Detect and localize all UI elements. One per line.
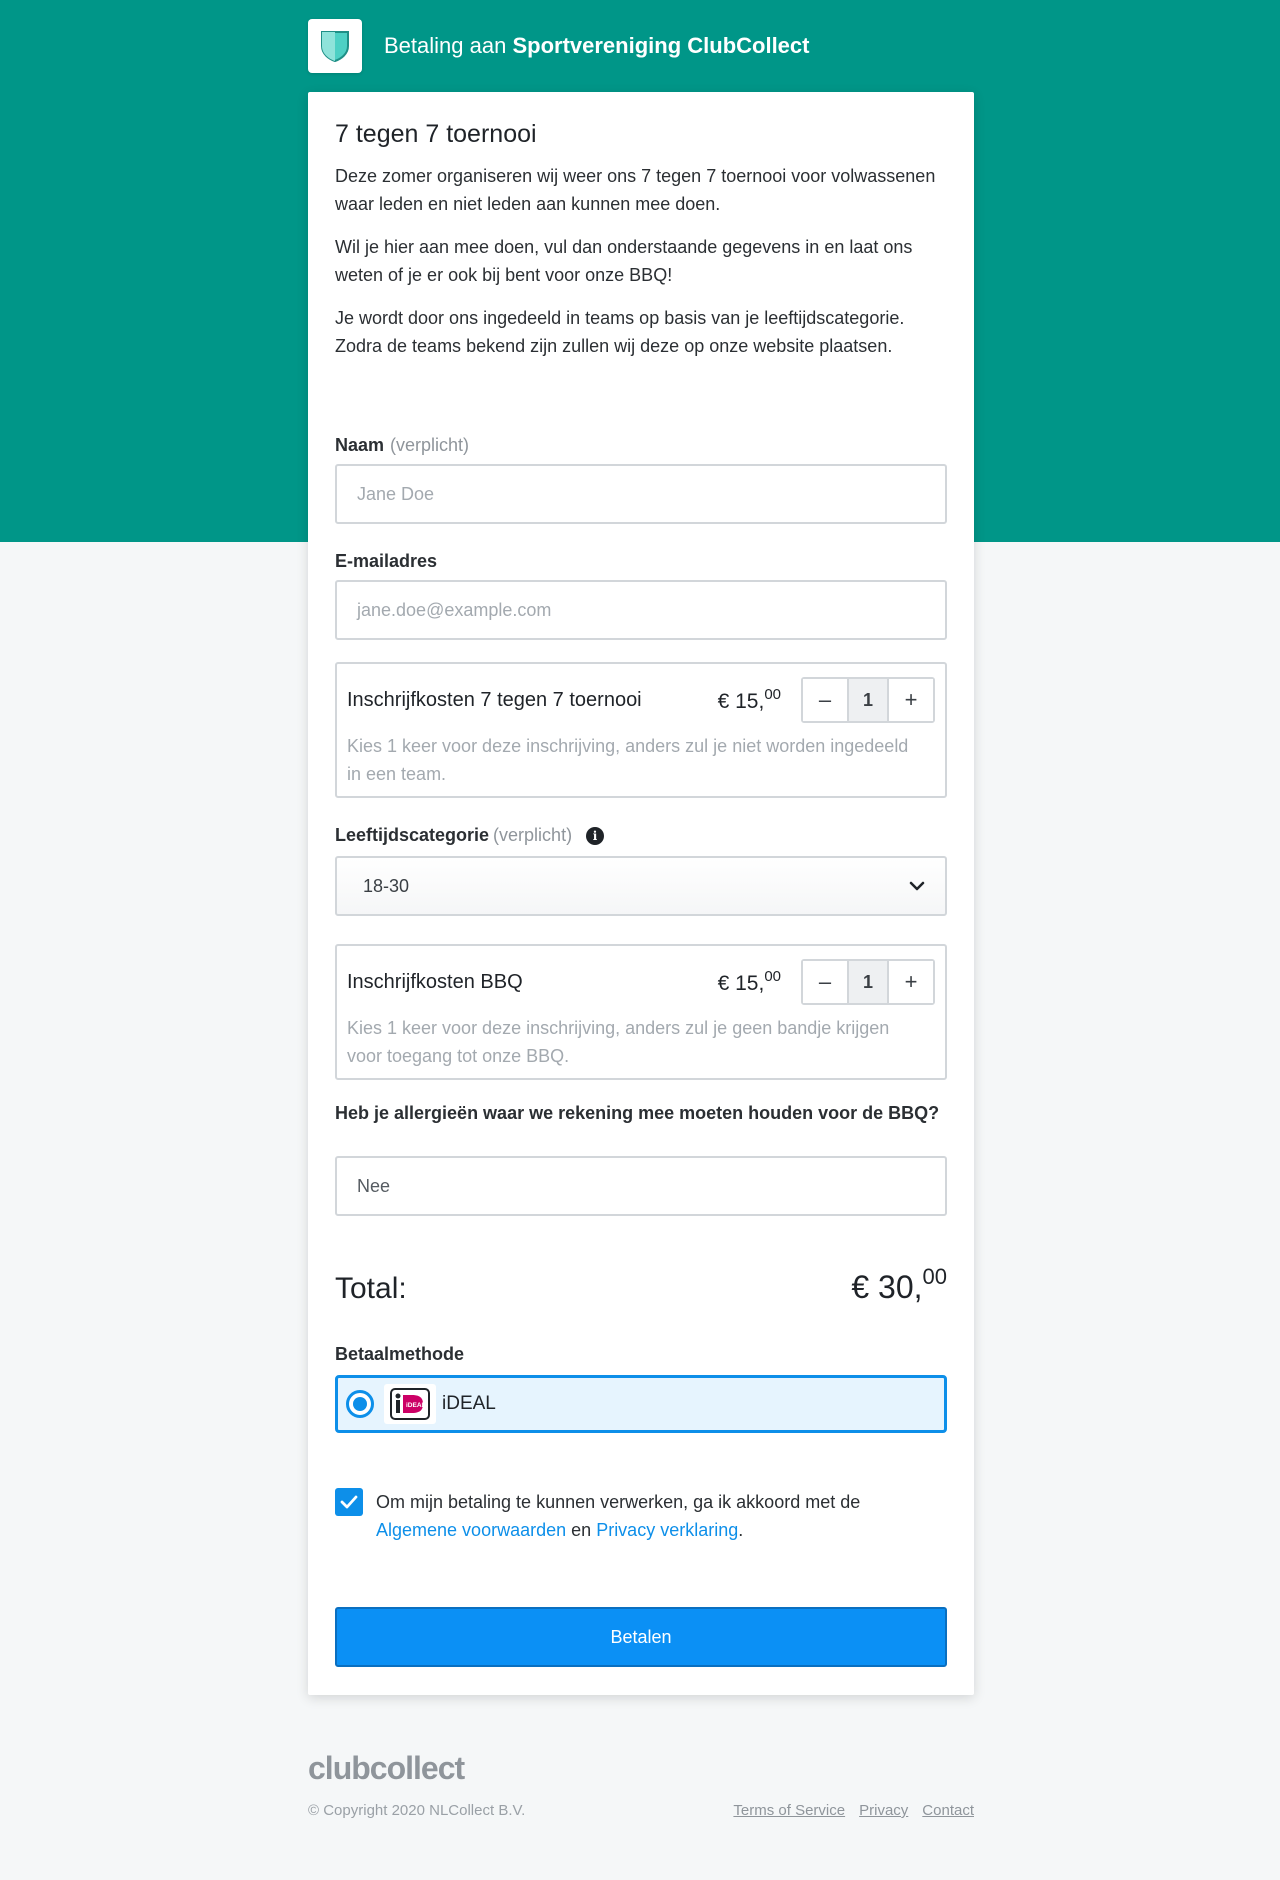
form-title: 7 tegen 7 toernooi — [335, 120, 537, 148]
quantity-stepper: – 1 + — [801, 959, 935, 1005]
page-header: Betaling aan Sportvereniging ClubCollect — [308, 19, 809, 73]
total-row: Total: € 30,00 — [335, 1262, 947, 1306]
copyright-text: © Copyright 2020 NLCollect B.V. — [308, 1802, 526, 1819]
ideal-logo: iDEAL — [384, 1384, 436, 1424]
price-main: € 15, — [717, 972, 765, 995]
pay-button[interactable]: Betalen — [335, 1607, 947, 1667]
name-label: Naam (verplicht) — [335, 435, 947, 456]
chevron-down-icon — [909, 881, 925, 891]
consent-checkbox[interactable] — [335, 1488, 363, 1516]
product-price: € 15,00 — [718, 968, 781, 996]
email-input[interactable]: jane.doe@example.com — [335, 580, 947, 640]
footer-links: Terms of Service Privacy Contact — [733, 1802, 974, 1819]
info-icon[interactable]: i — [586, 827, 605, 845]
increase-button[interactable]: + — [889, 679, 933, 721]
payment-option-ideal[interactable]: iDEAL iDEAL — [335, 1375, 947, 1433]
privacy-link-footer[interactable]: Privacy — [859, 1802, 908, 1819]
product-tournament: Inschrijfkosten 7 tegen 7 toernooi € 15,… — [335, 662, 947, 798]
product-name: Inschrijfkosten 7 tegen 7 toernooi — [347, 688, 642, 711]
selected-value: 18-30 — [363, 875, 410, 896]
product-description: Kies 1 keer voor deze inschrijving, ande… — [347, 1018, 890, 1066]
product-bbq: Inschrijfkosten BBQ € 15,00 – 1 + Kies 1… — [335, 944, 947, 1080]
consent-row: Om mijn betaling te kunnen verwerken, ga… — [335, 1488, 947, 1544]
email-label: E-mailadres — [335, 551, 438, 571]
check-icon — [340, 1495, 358, 1509]
description-paragraph: Deze zomer organiseren wij weer ons 7 te… — [335, 166, 936, 214]
payment-method-name: iDEAL — [442, 1393, 496, 1414]
quantity-value[interactable]: 1 — [847, 679, 889, 721]
radio-selected-dot — [353, 1397, 367, 1411]
required-hint: (verplicht) — [493, 825, 573, 845]
payment-method-label: Betaalmethode — [335, 1344, 465, 1364]
terms-of-service-link[interactable]: Terms of Service — [733, 1802, 845, 1819]
total-label: Total: — [335, 1272, 407, 1305]
product-header: Inschrijfkosten 7 tegen 7 toernooi € 15,… — [347, 677, 935, 723]
quantity-stepper: – 1 + — [801, 677, 935, 723]
contact-link[interactable]: Contact — [922, 1802, 974, 1819]
consent-and: en — [571, 1520, 592, 1540]
description-paragraph: Wil je hier aan mee doen, vul dan onders… — [335, 237, 913, 285]
header-title: Betaling aan Sportvereniging ClubCollect — [384, 33, 809, 59]
price-cents: 00 — [764, 686, 781, 703]
name-label-text: Naam — [335, 435, 385, 455]
allergies-label: Heb je allergieën waar we rekening mee m… — [335, 1103, 940, 1123]
description-paragraph: Je wordt door ons ingedeeld in teams op … — [335, 308, 905, 356]
age-category-label-text: Leeftijdscategorie — [335, 825, 490, 845]
shield-icon — [321, 31, 349, 63]
privacy-link[interactable]: Privacy verklaring — [596, 1520, 738, 1540]
total-value: € 30,00 — [851, 1264, 947, 1306]
increase-button[interactable]: + — [889, 961, 933, 1003]
consent-end: . — [738, 1520, 744, 1540]
total-main: € 30, — [851, 1269, 923, 1305]
product-header: Inschrijfkosten BBQ € 15,00 – 1 + — [347, 959, 935, 1005]
quantity-value[interactable]: 1 — [847, 961, 889, 1003]
decrease-button[interactable]: – — [803, 679, 847, 721]
age-category-select[interactable]: 18-30 — [335, 856, 947, 916]
name-input[interactable]: Jane Doe — [335, 464, 947, 524]
club-logo — [308, 19, 362, 73]
age-category-label: Leeftijdscategorie (verplicht) i — [335, 825, 947, 846]
product-name: Inschrijfkosten BBQ — [347, 970, 523, 993]
club-name: Sportvereniging ClubCollect — [512, 33, 810, 58]
required-hint: (verplicht) — [390, 435, 470, 455]
clubcollect-logo: clubcollect — [308, 1750, 465, 1786]
consent-text-before: Om mijn betaling te kunnen verwerken, ga… — [376, 1492, 861, 1512]
header-prefix: Betaling aan — [384, 33, 507, 58]
consent-text: Om mijn betaling te kunnen verwerken, ga… — [376, 1488, 860, 1544]
ideal-logo-text: iDEAL — [406, 1402, 426, 1409]
radio-button[interactable] — [346, 1390, 374, 1418]
terms-link[interactable]: Algemene voorwaarden — [376, 1520, 566, 1540]
price-main: € 15, — [717, 690, 765, 713]
product-price: € 15,00 — [718, 686, 781, 714]
total-cents: 00 — [922, 1264, 947, 1289]
decrease-button[interactable]: – — [803, 961, 847, 1003]
allergies-input[interactable]: Nee — [335, 1156, 947, 1216]
product-description: Kies 1 keer voor deze inschrijving, ande… — [347, 736, 909, 784]
payment-form-card: 7 tegen 7 toernooi Deze zomer organisere… — [308, 92, 974, 1695]
price-cents: 00 — [764, 968, 781, 985]
